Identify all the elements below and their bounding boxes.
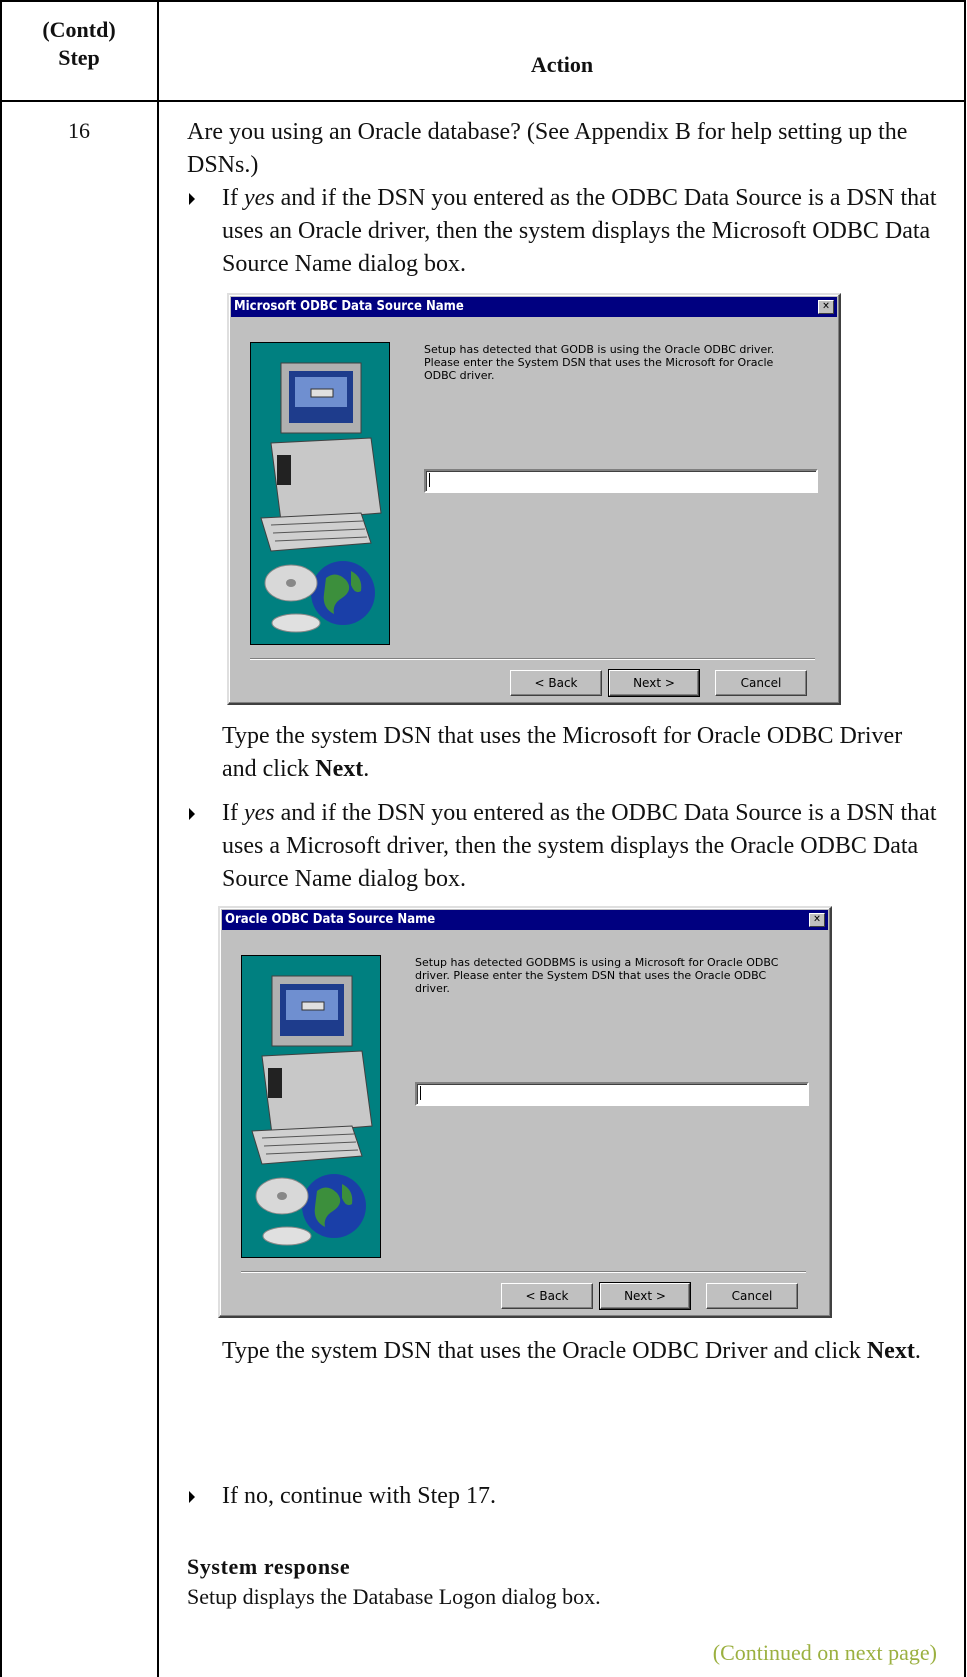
bullet-oracle-driver: If yes and if the DSN you entered as the… [222, 182, 942, 281]
dialog-message: Setup has detected that GODB is using th… [424, 343, 775, 382]
setup-illustration [250, 342, 390, 645]
procedure-table: (Contd) Step Action 16 Are you using an … [0, 0, 967, 1677]
action-header: Action [530, 52, 594, 77]
table-right-border [964, 0, 966, 1677]
cancel-button[interactable]: Cancel [706, 1283, 798, 1309]
dialog-message: Setup has detected GODBMS is using a Mic… [415, 956, 779, 995]
system-response-text: Setup displays the Database Logon dialog… [187, 1584, 601, 1609]
computer-globe-icon [260, 362, 382, 633]
step-header: (Contd) Step [42, 17, 116, 70]
close-icon[interactable]: ✕ [809, 913, 825, 927]
bullet-marker [189, 193, 195, 205]
bullet-microsoft-driver: If yes and if the DSN you entered as the… [222, 797, 942, 896]
next-bold-label: Next [866, 1338, 915, 1364]
dialog-separator [241, 1271, 806, 1273]
next-button[interactable]: Next > [608, 669, 700, 697]
instruction-microsoft: Type the system DSN that uses the Micros… [222, 720, 922, 786]
dialog-separator [250, 658, 815, 660]
question-text: Are you using an Oracle database? (See A… [187, 119, 908, 178]
bullet-text: and if the DSN you entered as the ODBC D… [222, 800, 937, 892]
table-top-border [0, 0, 966, 2]
instruction-end: . [914, 1338, 921, 1364]
bullet-no-oracle: If no, continue with Step 17. [222, 1483, 496, 1509]
bullet-marker [189, 808, 195, 820]
header-divider [0, 100, 966, 102]
text-caret [429, 473, 430, 487]
computer-globe-icon [251, 975, 373, 1246]
instruction-oracle: Type the system DSN that uses the Oracle… [222, 1335, 922, 1368]
system-dsn-input[interactable] [415, 1082, 809, 1106]
microsoft-odbc-dialog: Microsoft ODBC Data Source Name ✕ Setup … [227, 293, 841, 705]
system-response-label: System response [187, 1554, 351, 1579]
dialog-titlebar: Oracle ODBC Data Source Name ✕ [222, 910, 828, 930]
back-button[interactable]: < Back [510, 670, 602, 696]
instruction-text: Type the system DSN that uses the Oracle… [222, 1338, 867, 1364]
bullet-prefix: If [222, 185, 244, 211]
dialog-title: Oracle ODBC Data Source Name [225, 912, 436, 927]
bullet-prefix: If [222, 800, 244, 826]
bullet-text: and if the DSN you entered as the ODBC D… [222, 185, 937, 277]
next-button[interactable]: Next > [599, 1282, 691, 1310]
close-icon[interactable]: ✕ [818, 300, 834, 314]
dialog-titlebar: Microsoft ODBC Data Source Name ✕ [231, 297, 837, 317]
oracle-odbc-dialog: Oracle ODBC Data Source Name ✕ Setup has… [218, 906, 832, 1318]
yes-italic: yes [243, 185, 275, 211]
step-number: 16 [68, 118, 90, 143]
dialog-title: Microsoft ODBC Data Source Name [234, 299, 464, 314]
back-button[interactable]: < Back [501, 1283, 593, 1309]
bullet-marker [189, 1491, 195, 1503]
system-dsn-input[interactable] [424, 469, 818, 493]
table-left-border [0, 0, 2, 1677]
instruction-end: . [363, 756, 370, 782]
setup-illustration [241, 955, 381, 1258]
yes-italic: yes [243, 800, 275, 826]
next-bold-label: Next [315, 756, 364, 782]
cancel-button[interactable]: Cancel [715, 670, 807, 696]
column-divider [157, 0, 159, 1677]
continued-note: (Continued on next page) [712, 1640, 937, 1665]
text-caret [420, 1086, 421, 1100]
